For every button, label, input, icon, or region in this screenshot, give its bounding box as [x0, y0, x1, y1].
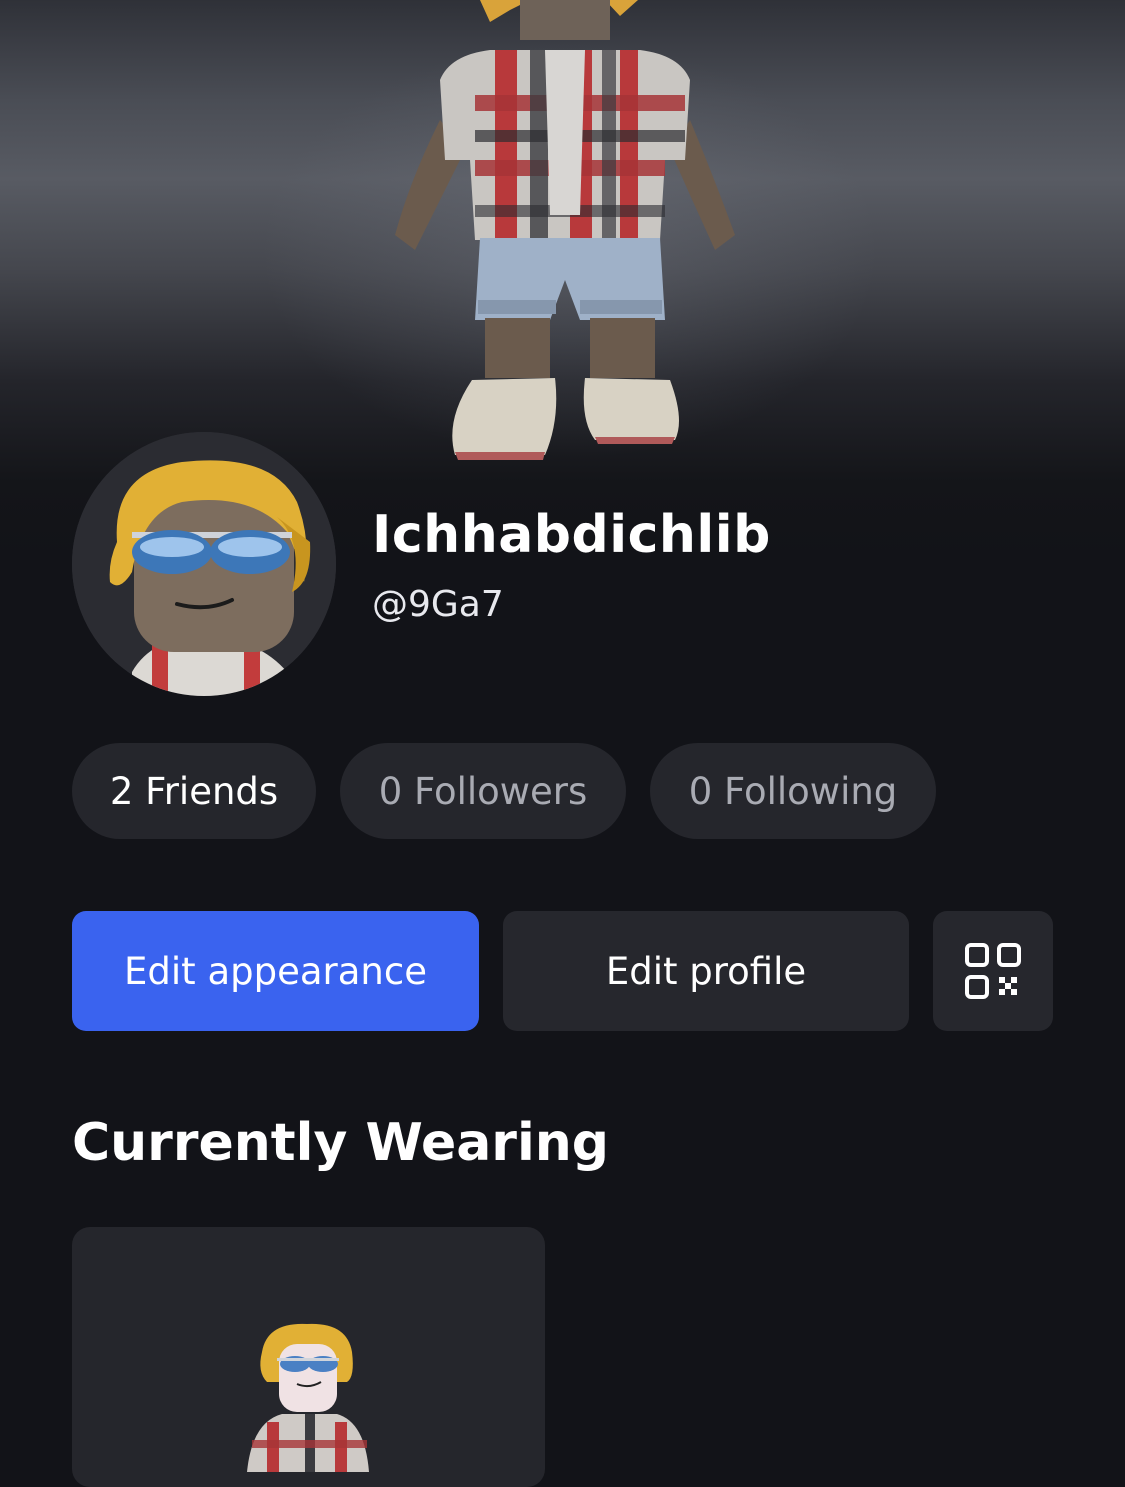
profile-avatar[interactable]: [72, 432, 336, 696]
username-handle: @9Ga7: [372, 584, 504, 625]
currently-wearing-card[interactable]: [72, 1227, 545, 1487]
wearing-avatar-thumbnail: [247, 1323, 369, 1472]
friends-count-button[interactable]: 2 Friends: [72, 743, 316, 839]
edit-appearance-button[interactable]: Edit appearance: [72, 911, 479, 1031]
edit-profile-button[interactable]: Edit profile: [503, 911, 909, 1031]
currently-wearing-heading: Currently Wearing: [72, 1113, 610, 1173]
avatar-headshot-image: [72, 432, 336, 696]
qr-code-button[interactable]: [933, 911, 1053, 1031]
display-name: Ichhabdichlib: [372, 505, 771, 565]
avatar-3d-figure[interactable]: [380, 0, 750, 470]
following-count-button[interactable]: 0 Following: [650, 743, 936, 839]
followers-count-button[interactable]: 0 Followers: [340, 743, 626, 839]
qr-code-icon: [965, 943, 1021, 999]
